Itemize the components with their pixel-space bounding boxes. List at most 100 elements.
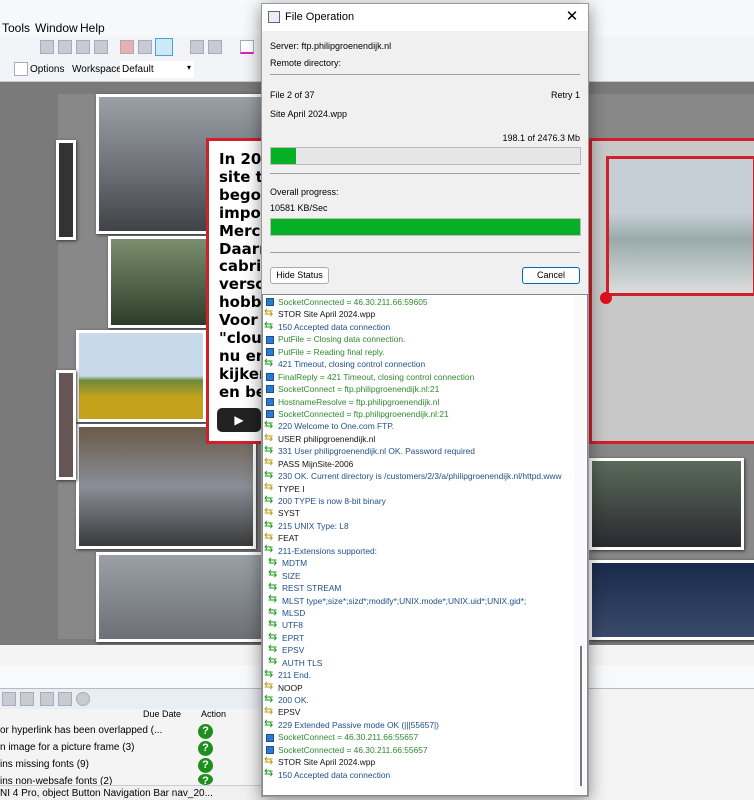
issue-row[interactable]: ins missing fonts (9) bbox=[0, 759, 89, 770]
find-icon[interactable] bbox=[58, 692, 72, 706]
response-arrow-icon bbox=[268, 618, 279, 630]
pointer-tool-icon[interactable] bbox=[155, 38, 173, 56]
arrange-back-icon[interactable] bbox=[94, 40, 108, 54]
dialog-titlebar[interactable]: File Operation ✕ bbox=[262, 4, 588, 31]
distribute-icon[interactable] bbox=[138, 40, 152, 54]
text-line: impor bbox=[219, 203, 266, 222]
response-arrow-icon bbox=[268, 581, 279, 593]
photo-car-silos-2[interactable] bbox=[96, 552, 266, 642]
log-text: SocketConnected = ftp.philipgroenendijk.… bbox=[278, 408, 449, 419]
log-line: MLST type*;size*;sizd*;modify*;UNIX.mode… bbox=[264, 593, 574, 607]
log-line: NOOP bbox=[264, 680, 574, 694]
cancel-button[interactable]: Cancel bbox=[522, 267, 580, 284]
log-line: 200 OK. bbox=[264, 693, 574, 706]
log-list[interactable]: SocketConnected = 46.30.211.66:59605 STOR… bbox=[262, 294, 588, 796]
scrollbar-thumb[interactable] bbox=[580, 646, 582, 786]
arrange-forward-icon[interactable] bbox=[58, 40, 72, 54]
log-text: 220 Welcome to One.com FTP. bbox=[278, 421, 395, 432]
log-line: MDTM bbox=[264, 556, 574, 569]
workspace-value: Default bbox=[122, 64, 154, 75]
issue-row[interactable]: ins non-websafe fonts (2) bbox=[0, 776, 112, 785]
log-line: EPSV bbox=[264, 643, 574, 656]
close-button[interactable]: ✕ bbox=[562, 7, 582, 25]
help-icon[interactable]: ? bbox=[198, 774, 213, 787]
response-arrow-icon bbox=[264, 718, 275, 730]
log-text: REST STREAM bbox=[282, 583, 342, 594]
edit-icon[interactable] bbox=[20, 692, 34, 706]
info-icon bbox=[266, 298, 274, 307]
log-text: MLST type*;size*;sizd*;modify*;UNIX.mode… bbox=[282, 595, 527, 606]
command-arrow-icon bbox=[264, 506, 275, 518]
dialog-title: File Operation bbox=[285, 11, 355, 23]
delete-icon[interactable] bbox=[76, 692, 90, 706]
log-line: SocketConnected = 46.30.211.66:55657 bbox=[264, 744, 574, 756]
response-arrow-icon bbox=[268, 643, 279, 655]
issue-row[interactable]: or hyperlink has been overlapped (... bbox=[0, 725, 162, 736]
log-text: PutFile = Reading final reply. bbox=[278, 346, 385, 357]
log-line: STOR Site April 2024.wpp bbox=[264, 307, 574, 320]
file-progress-fill bbox=[271, 148, 296, 164]
log-line: AUTH TLS bbox=[264, 655, 574, 669]
log-text: PutFile = Closing data connection. bbox=[278, 334, 406, 345]
issue-row[interactable]: n image for a picture frame (3) bbox=[0, 742, 135, 753]
log-line: 211 End. bbox=[264, 668, 574, 681]
menu-window[interactable]: Window bbox=[35, 21, 78, 35]
log-text: 200 OK. bbox=[278, 695, 309, 705]
column-action[interactable]: Action bbox=[201, 709, 226, 719]
options-icon[interactable] bbox=[14, 62, 28, 76]
photo-yellow-car[interactable] bbox=[76, 330, 206, 422]
log-scrollbar[interactable] bbox=[574, 296, 586, 794]
text-line: site to bbox=[219, 167, 263, 186]
column-due-date[interactable]: Due Date bbox=[143, 709, 181, 719]
command-arrow-icon bbox=[264, 680, 275, 692]
log-text: FinalReply = 421 Timeout, closing contro… bbox=[278, 371, 475, 382]
tool-icon[interactable] bbox=[2, 692, 16, 706]
response-arrow-icon bbox=[264, 469, 275, 481]
divider bbox=[270, 74, 580, 75]
list-icon[interactable] bbox=[40, 692, 54, 706]
align-icon[interactable] bbox=[120, 40, 134, 54]
text-frame[interactable]: In 200 site to begon impor Merce Daarn c… bbox=[206, 138, 266, 444]
photo-night-car[interactable] bbox=[589, 560, 754, 640]
layout-icon[interactable] bbox=[190, 40, 204, 54]
log-line: PutFile = Closing data connection. bbox=[264, 333, 574, 345]
log-line: STOR Site April 2024.wpp bbox=[264, 755, 574, 768]
server-label: Server: ftp.philipgroenendijk.nl bbox=[270, 41, 392, 51]
map-frame[interactable] bbox=[589, 138, 754, 444]
chevron-down-icon: ▾ bbox=[186, 63, 191, 72]
command-arrow-icon bbox=[264, 307, 275, 319]
menu-help[interactable]: Help bbox=[80, 21, 105, 35]
log-line: TYPE I bbox=[264, 481, 574, 495]
log-text: 331 User philipgroenendijk.nl OK. Passwo… bbox=[278, 446, 475, 457]
text-line: begon bbox=[219, 185, 263, 204]
log-line: SocketConnected = 46.30.211.66:59605 bbox=[264, 296, 574, 308]
workspace-select[interactable]: Default ▾ bbox=[120, 61, 194, 78]
color-icon[interactable] bbox=[240, 40, 254, 54]
text-line: Merce bbox=[219, 221, 266, 240]
video-play-icon[interactable]: ▶ bbox=[217, 408, 261, 432]
log-text: USER philipgroenendijk.nl bbox=[278, 433, 376, 444]
photo-beach-car[interactable] bbox=[606, 156, 754, 296]
remote-directory-label: Remote directory: bbox=[270, 58, 342, 68]
help-icon[interactable]: ? bbox=[198, 741, 213, 756]
arrange-front-icon[interactable] bbox=[40, 40, 54, 54]
response-arrow-icon bbox=[264, 444, 275, 456]
response-arrow-icon bbox=[264, 419, 275, 431]
overall-progress-fill bbox=[271, 219, 580, 235]
response-arrow-icon bbox=[268, 631, 279, 643]
arrange-backward-icon[interactable] bbox=[76, 40, 90, 54]
log-text: EPRT bbox=[282, 632, 305, 643]
info-icon bbox=[266, 385, 274, 394]
help-icon[interactable]: ? bbox=[198, 724, 213, 739]
photo-scooter[interactable] bbox=[589, 458, 744, 550]
issues-toolbar bbox=[0, 689, 262, 709]
hide-status-button[interactable]: Hide Status bbox=[270, 267, 329, 284]
photo-left-1[interactable] bbox=[56, 140, 76, 240]
photo-left-2[interactable] bbox=[56, 370, 76, 480]
layout2-icon[interactable] bbox=[208, 40, 222, 54]
text-line: kijken bbox=[219, 364, 266, 383]
options-button[interactable]: Options bbox=[30, 64, 64, 75]
menu-tools[interactable]: Tools bbox=[2, 21, 30, 35]
log-line: EPSV bbox=[264, 705, 574, 718]
help-icon[interactable]: ? bbox=[198, 758, 213, 773]
